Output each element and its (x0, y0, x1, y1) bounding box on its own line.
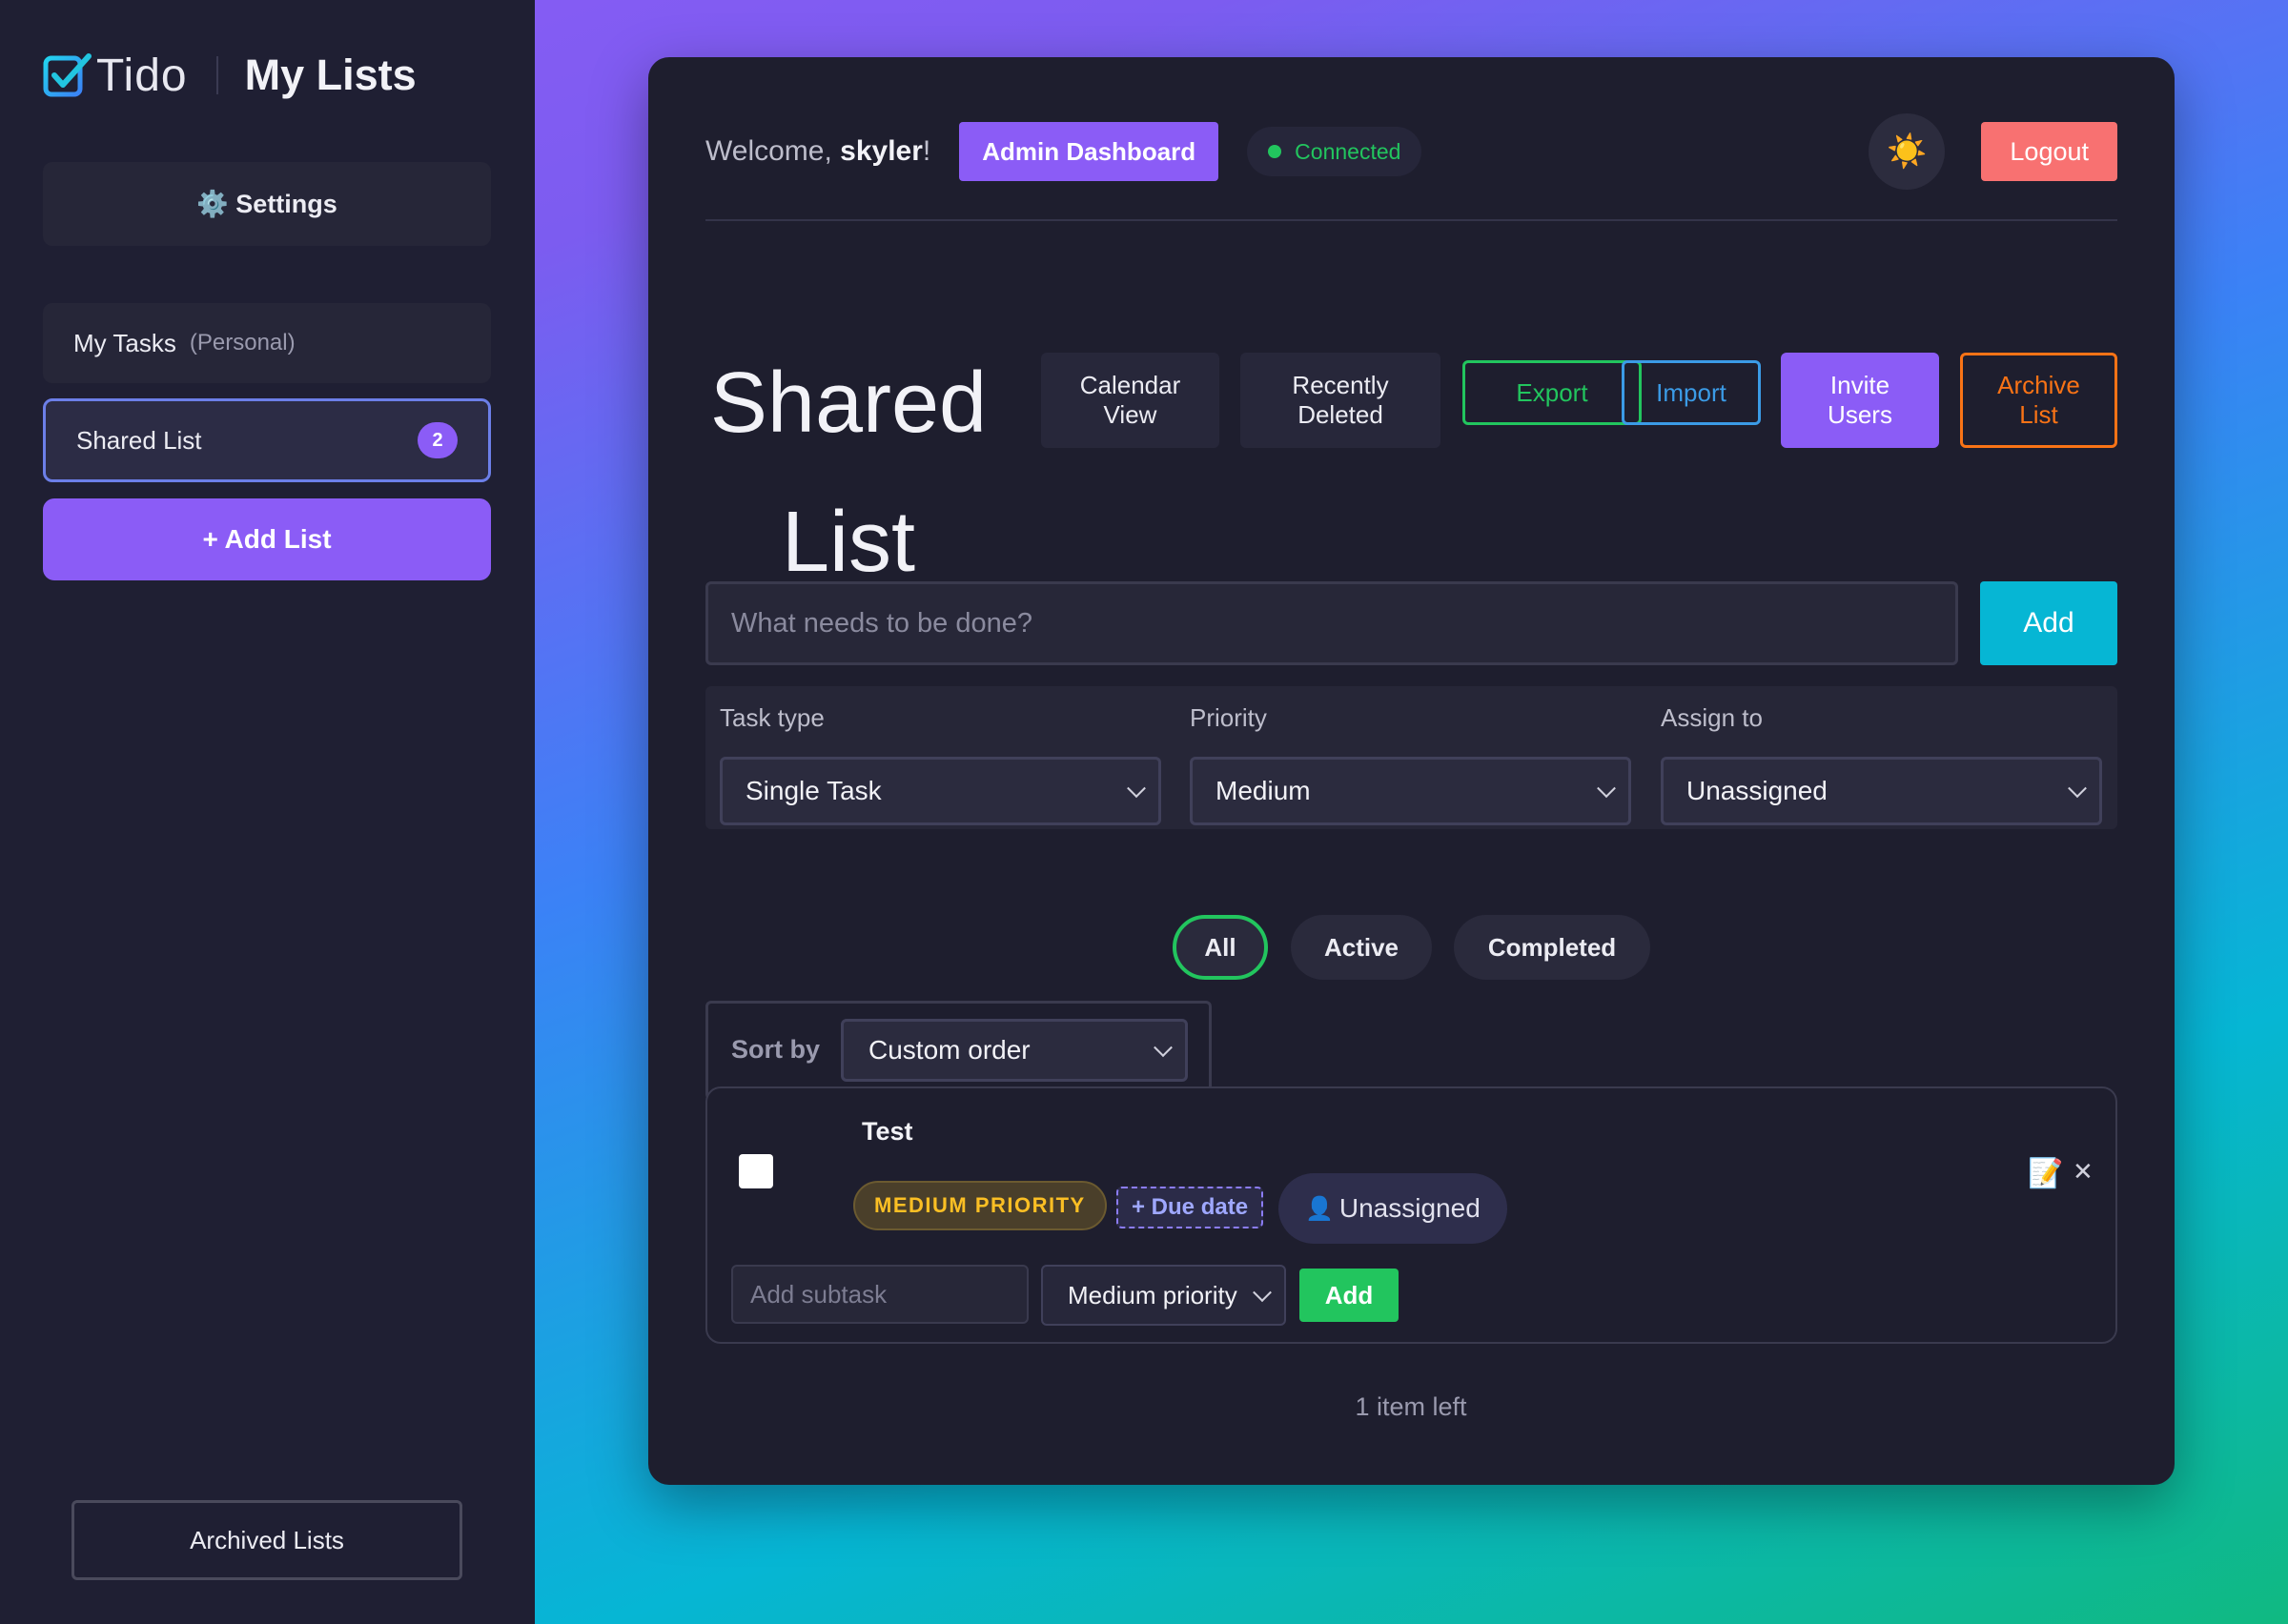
priority-group: Priority Medium (1190, 703, 1631, 825)
admin-dashboard-button[interactable]: Admin Dashboard (959, 122, 1219, 181)
filter-completed[interactable]: Completed (1454, 915, 1650, 980)
welcome-text: Welcome, skyler! (705, 135, 930, 168)
calendar-view-label: Calendar View (1079, 371, 1181, 429)
welcome-suffix: ! (922, 135, 931, 167)
brand: Tido My Lists (43, 50, 417, 101)
connection-status-label: Connected (1295, 138, 1401, 164)
settings-label: ⚙️ Settings (196, 190, 337, 218)
assignee-button[interactable]: 👤 Unassigned (1278, 1173, 1507, 1244)
count-badge: 2 (418, 422, 458, 458)
task-type-value: Single Task (746, 776, 882, 805)
priority-label: Priority (1190, 703, 1267, 732)
sort-label: Sort by (731, 1035, 821, 1064)
priority-select[interactable]: Medium (1190, 757, 1631, 825)
assign-group: Assign to Unassigned (1661, 703, 2102, 825)
sidebar-item-label: Shared List (76, 425, 202, 455)
assignee-label: Unassigned (1338, 1193, 1481, 1223)
items-left-count: 1 item left (1355, 1392, 1467, 1421)
archived-lists-button[interactable]: Archived Lists (72, 1500, 462, 1580)
logout-button[interactable]: Logout (1981, 122, 2117, 181)
sort-value: Custom order (868, 1035, 1031, 1065)
add-subtask-button[interactable]: Add (1299, 1269, 1399, 1322)
invite-users-label: Invite Users (1828, 371, 1892, 429)
welcome-prefix: Welcome, (705, 135, 841, 167)
archive-list-label: Archive List (1997, 371, 2080, 429)
task-title[interactable]: Test (862, 1117, 913, 1147)
subtask-priority-value: Medium priority (1068, 1280, 1237, 1309)
filter-all[interactable]: All (1173, 915, 1268, 980)
chevron-down-icon (1253, 1283, 1272, 1303)
username: skyler (840, 135, 923, 167)
filter-active[interactable]: Active (1291, 915, 1432, 980)
task-options: Task type Single Task Priority Medium As… (705, 686, 2117, 829)
new-task-input[interactable] (705, 581, 1958, 665)
sort-box: Sort by Custom order (705, 1001, 1212, 1100)
subtask-input[interactable] (731, 1265, 1029, 1324)
task-type-select[interactable]: Single Task (720, 757, 1161, 825)
task-type-label: Task type (720, 703, 825, 732)
delete-icon[interactable]: ✕ (2073, 1157, 2094, 1187)
status-dot-icon (1268, 145, 1282, 158)
priority-value: Medium (1216, 776, 1311, 805)
chevron-down-icon (2068, 779, 2087, 799)
filter-tabs: All Active Completed (648, 915, 2175, 980)
tido-logo-icon (43, 53, 92, 97)
task-type-group: Task type Single Task (720, 703, 1161, 825)
due-date-button[interactable]: + Due date (1116, 1187, 1264, 1228)
sidebar-item-shared-list[interactable]: Shared List 2 (43, 398, 491, 482)
connection-status: Connected (1247, 127, 1422, 176)
subtask-priority-select[interactable]: Medium priority (1041, 1265, 1286, 1326)
recently-deleted-button[interactable]: Recently Deleted (1240, 353, 1440, 448)
sidebar-item-label: My Tasks (73, 328, 176, 357)
invite-users-button[interactable]: Invite Users (1781, 353, 1939, 448)
task-item: Test MEDIUM PRIORITY + Due date 👤 Unassi… (705, 1086, 2117, 1344)
chevron-down-icon (1154, 1038, 1173, 1058)
task-complete-checkbox[interactable] (739, 1154, 773, 1188)
import-button[interactable]: Import (1622, 360, 1761, 425)
archive-list-button[interactable]: Archive List (1960, 353, 2117, 448)
header-divider (705, 219, 2117, 221)
assign-label: Assign to (1661, 703, 1763, 732)
assign-value: Unassigned (1686, 776, 1828, 805)
recently-deleted-label: Recently Deleted (1292, 371, 1389, 429)
theme-toggle-button[interactable]: ☀️ (1869, 113, 1946, 190)
list-actions: Calendar View Recently Deleted Export Im… (648, 353, 2175, 448)
sidebar-item-sublabel: (Personal) (189, 330, 296, 355)
chevron-down-icon (1597, 779, 1616, 799)
priority-badge: MEDIUM PRIORITY (853, 1181, 1107, 1230)
sidebar: Tido My Lists ⚙️ Settings My Tasks (Pers… (0, 0, 535, 1624)
add-list-button[interactable]: + Add List (43, 498, 491, 580)
sun-icon: ☀️ (1887, 133, 1928, 170)
user-icon: 👤 (1305, 1195, 1334, 1222)
sidebar-item-my-tasks[interactable]: My Tasks (Personal) (43, 303, 491, 383)
chevron-down-icon (1127, 779, 1146, 799)
sidebar-title: My Lists (244, 51, 417, 99)
calendar-view-button[interactable]: Calendar View (1041, 353, 1219, 448)
add-task-button[interactable]: Add (1980, 581, 2117, 665)
header: Welcome, skyler! Admin Dashboard Connect… (705, 113, 2117, 190)
brand-divider (215, 56, 218, 94)
sort-select[interactable]: Custom order (841, 1019, 1188, 1082)
edit-icon[interactable]: 📝 (2028, 1157, 2063, 1190)
settings-button[interactable]: ⚙️ Settings (43, 162, 491, 246)
brand-name: Tido (96, 50, 188, 101)
assign-select[interactable]: Unassigned (1661, 757, 2102, 825)
export-button[interactable]: Export (1462, 360, 1642, 425)
